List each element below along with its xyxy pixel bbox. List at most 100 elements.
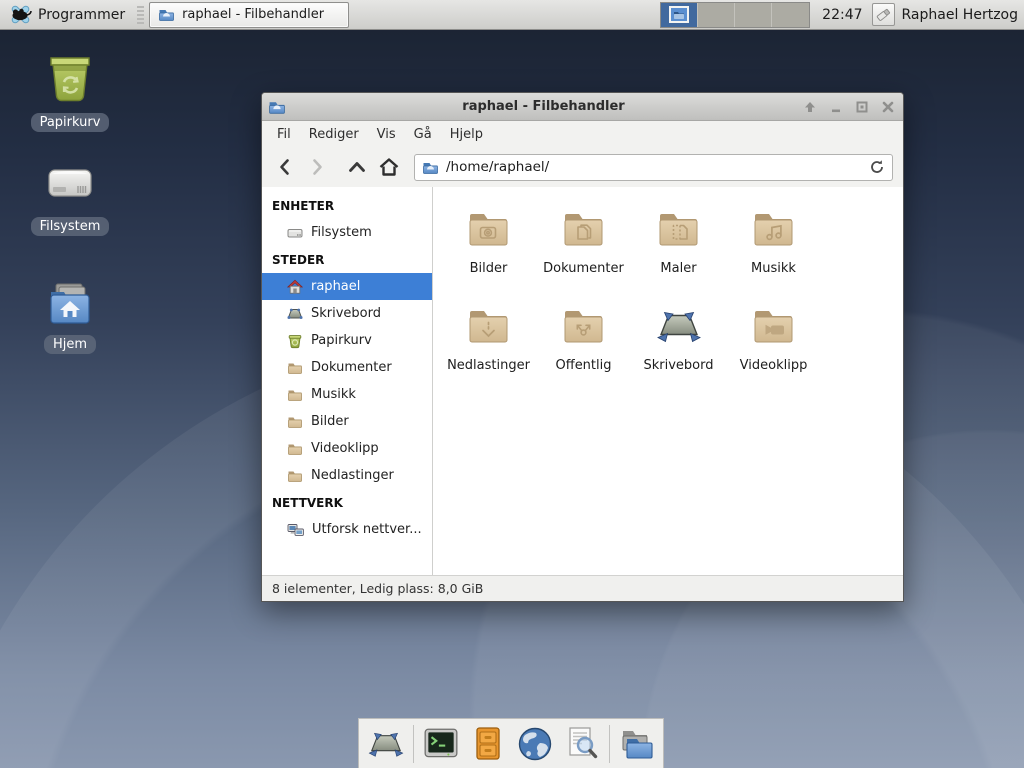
file-label: Dokumenter (543, 261, 624, 276)
sidebar-item-downloads[interactable]: Nedlastinger (262, 462, 432, 489)
folder-icon (287, 360, 303, 376)
file-label: Musikk (751, 261, 796, 276)
home-icon (287, 279, 303, 295)
menu-view[interactable]: Vis (368, 124, 405, 145)
up-button[interactable] (342, 153, 372, 181)
clock: 22:47 (822, 7, 862, 23)
file-item-documents[interactable]: Dokumenter (536, 205, 631, 302)
desktop-icon-label: Filsystem (31, 217, 110, 236)
sidebar-item-label: Filsystem (311, 225, 372, 240)
folder-downloads-icon (465, 302, 513, 350)
file-cabinet-launcher[interactable] (468, 724, 508, 764)
file-item-downloads[interactable]: Nedlastinger (441, 302, 536, 399)
sidebar: ENHETER Filsystem STEDER (262, 187, 433, 575)
back-button[interactable] (270, 153, 300, 181)
file-item-music[interactable]: Musikk (726, 205, 821, 302)
sidebar-item-trash[interactable]: Papirkurv (262, 327, 432, 354)
desktop-icon-trash[interactable]: Papirkurv (20, 52, 120, 132)
sidebar-item-label: Musikk (311, 387, 356, 402)
file-item-public[interactable]: Offentlig (536, 302, 631, 399)
file-item-templates[interactable]: Maler (631, 205, 726, 302)
sidebar-item-label: Nedlastinger (311, 468, 394, 483)
sidebar-item-home[interactable]: raphael (262, 273, 432, 300)
sidebar-item-label: Skrivebord (311, 306, 381, 321)
desktop-icon-filesystem[interactable]: Filsystem (20, 160, 120, 236)
trash-icon (287, 333, 303, 349)
workspace-3[interactable] (735, 3, 772, 27)
folder-icon (158, 7, 175, 22)
file-grid: Bilder Dokumenter (433, 187, 903, 575)
minimize-button[interactable] (827, 98, 845, 116)
window-body: ENHETER Filsystem STEDER (262, 187, 903, 575)
forward-button[interactable] (302, 153, 332, 181)
user-session-icon[interactable] (872, 3, 895, 26)
file-item-videos[interactable]: Videoklipp (726, 302, 821, 399)
panel-grip[interactable] (137, 6, 144, 24)
folder-icon (287, 414, 303, 430)
reload-icon[interactable] (869, 159, 885, 175)
close-button[interactable] (879, 98, 897, 116)
web-browser-launcher[interactable] (515, 724, 555, 764)
file-item-pictures[interactable]: Bilder (441, 205, 536, 302)
panel-right-area: 22:47 Raphael Hertzog (660, 0, 1024, 29)
window-title: raphael - Filbehandler (286, 99, 801, 114)
sidebar-item-label: Videoklipp (311, 441, 379, 456)
maximize-button[interactable] (853, 98, 871, 116)
sidebar-item-browse-network[interactable]: Utforsk nettver... (262, 516, 432, 543)
sidebar-item-documents[interactable]: Dokumenter (262, 354, 432, 381)
menu-help[interactable]: Hjelp (441, 124, 492, 145)
menu-go[interactable]: Gå (405, 124, 441, 145)
menubar: Fil Rediger Vis Gå Hjelp (262, 121, 903, 147)
folder-public-icon (560, 302, 608, 350)
applications-menu-button[interactable]: Programmer (0, 0, 134, 29)
sidebar-item-label: Utforsk nettver... (312, 522, 422, 537)
dock-separator (413, 725, 414, 763)
show-desktop-button[interactable] (366, 724, 406, 764)
sidebar-item-desktop[interactable]: Skrivebord (262, 300, 432, 327)
user-name[interactable]: Raphael Hertzog (902, 7, 1018, 23)
workspace-2[interactable] (698, 3, 735, 27)
file-manager-launcher[interactable] (617, 724, 657, 764)
desktop-icon-home[interactable]: Hjem (20, 280, 120, 354)
sidebar-item-pictures[interactable]: Bilder (262, 408, 432, 435)
top-panel: Programmer raphael - Filbehandler (0, 0, 1024, 30)
applications-menu-label: Programmer (38, 7, 125, 23)
folder-icon (287, 441, 303, 457)
sidebar-item-label: Papirkurv (311, 333, 372, 348)
taskbar-window-label: raphael - Filbehandler (182, 7, 324, 22)
sidebar-item-filesystem[interactable]: Filsystem (262, 219, 432, 246)
folder-icon (287, 468, 303, 484)
menu-edit[interactable]: Rediger (300, 124, 368, 145)
sidebar-item-music[interactable]: Musikk (262, 381, 432, 408)
trash-icon (44, 52, 96, 106)
menu-file[interactable]: Fil (268, 124, 300, 145)
workspace-switcher (660, 2, 810, 28)
status-text: 8 ielementer, Ledig plass: 8,0 GiB (272, 581, 483, 596)
terminal-launcher[interactable] (421, 724, 461, 764)
sidebar-item-label: raphael (311, 279, 360, 294)
sidebar-item-videos[interactable]: Videoklipp (262, 435, 432, 462)
sidebar-header-places: STEDER (262, 246, 432, 273)
taskbar-window-button[interactable]: raphael - Filbehandler (149, 2, 349, 28)
file-item-desktop[interactable]: Skrivebord (631, 302, 726, 399)
folder-icon (287, 387, 303, 403)
workspace-4[interactable] (772, 3, 809, 27)
desktop-icon-label: Hjem (44, 335, 96, 354)
window-folder-icon (268, 99, 286, 115)
home-button[interactable] (374, 153, 404, 181)
harddrive-icon (44, 160, 96, 210)
statusbar: 8 ielementer, Ledig plass: 8,0 GiB (262, 575, 903, 601)
network-icon (287, 522, 304, 538)
xfce-menu-icon (9, 3, 32, 26)
path-input[interactable]: /home/raphael/ (414, 154, 893, 181)
titlebar[interactable]: raphael - Filbehandler (262, 93, 903, 121)
folder-templates-icon (655, 205, 703, 253)
document-search-launcher[interactable] (562, 724, 602, 764)
workspace-1[interactable] (661, 3, 698, 27)
workspace-window-preview (669, 6, 689, 23)
sidebar-header-network: NETTVERK (262, 489, 432, 516)
file-label: Offentlig (556, 358, 612, 373)
file-manager-window: raphael - Filbehandler Fil Rediger Vis G… (261, 92, 904, 602)
sidebar-item-label: Dokumenter (311, 360, 392, 375)
shade-button[interactable] (801, 98, 819, 116)
